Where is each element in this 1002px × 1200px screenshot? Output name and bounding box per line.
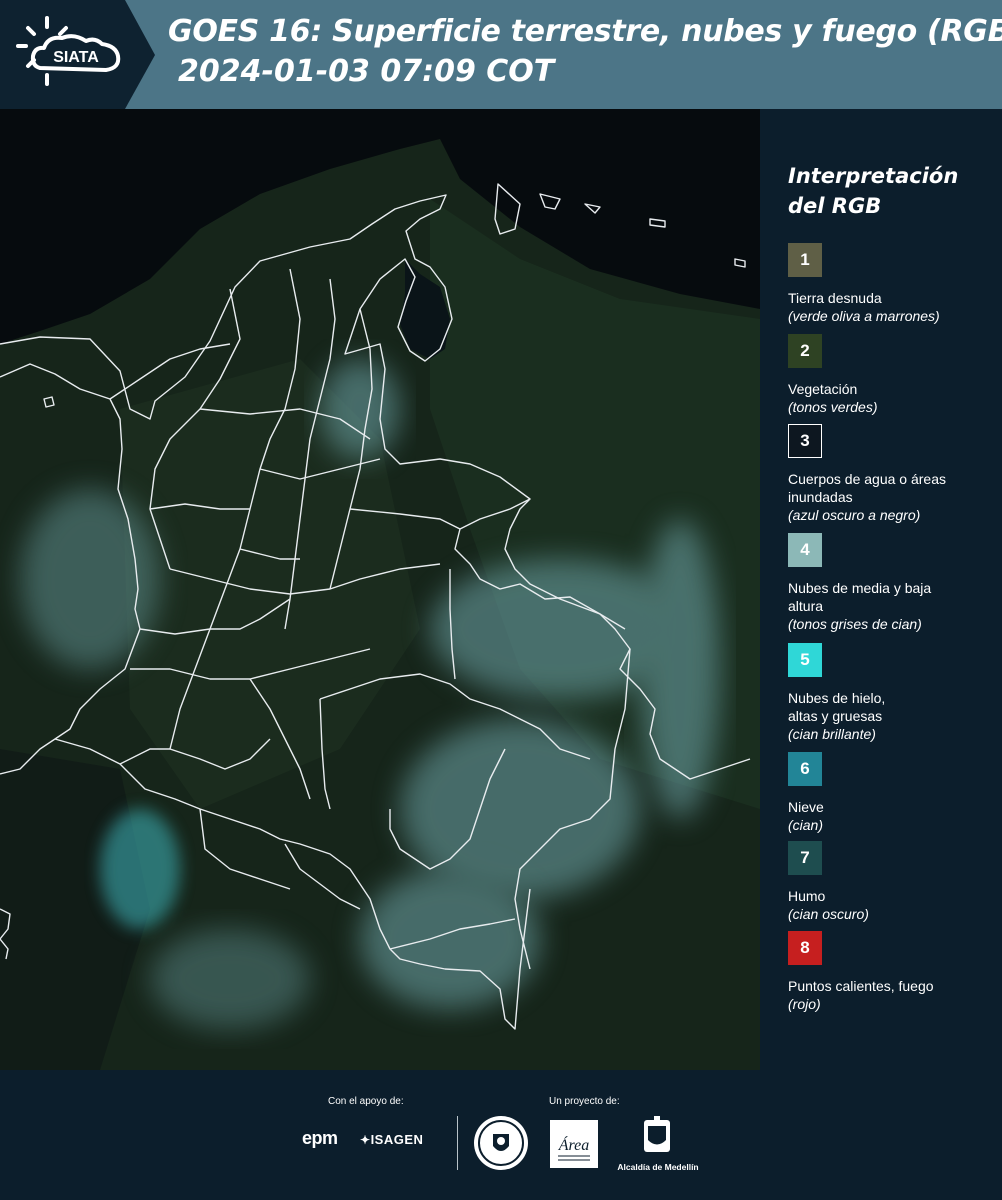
area-logo-text: Área (558, 1135, 590, 1154)
legend-item-mid-low-clouds: 4 Nubes de media y baja altura (tonos gr… (788, 533, 998, 634)
legend-item-label: Nieve (788, 799, 824, 815)
legend-item-vegetation: 2 Vegetación (tonos verdes) (788, 334, 998, 417)
legend-item-fire: 8 Puntos calientes, fuego (rojo) (788, 931, 998, 1014)
legend-swatch: 3 (788, 424, 822, 458)
legend-swatch: 2 (788, 334, 822, 368)
page-timestamp: 2024-01-03 07:09 COT (178, 54, 555, 89)
isagen-logo: ✦ISAGEN (360, 1132, 423, 1147)
legend-item-label: Vegetación (788, 381, 858, 397)
legend-swatch: 4 (788, 533, 822, 567)
legend-item-label: Nubes de hielo, altas y gruesas (788, 690, 886, 724)
legend-item-snow: 6 Nieve (cian) (788, 752, 998, 835)
siata-logo-text: SIATA (53, 49, 99, 66)
footer-divider (457, 1116, 458, 1170)
page-title: GOES 16: Superficie terrestre, nubes y f… (168, 14, 1002, 49)
legend-swatch: 7 (788, 841, 822, 875)
legend-swatch: 1 (788, 243, 822, 277)
legend-item-desc: (cian) (788, 817, 824, 833)
rgb-legend: Interpretación del RGB 1 Tierra desnuda … (760, 109, 1002, 1070)
legend-item-desc: (cian brillante) (788, 726, 876, 742)
legend-item-label: Humo (788, 888, 826, 904)
legend-item-desc: (cian oscuro) (788, 906, 869, 922)
area-metropolitana-logo: Área (550, 1120, 598, 1168)
isagen-icon: ✦ (360, 1133, 371, 1147)
legend-swatch: 6 (788, 752, 822, 786)
isagen-logo-text: ISAGEN (370, 1132, 424, 1147)
epm-logo: epm (302, 1128, 338, 1148)
project-label: Un proyecto de: (549, 1096, 620, 1107)
footer: Con el apoyo de: Un proyecto de: epm ✦IS… (0, 1070, 1002, 1200)
siata-logo: SIATA (0, 0, 160, 109)
legend-title: Interpretación del RGB (788, 164, 959, 218)
legend-item-desc: (tonos grises de cian) (788, 616, 922, 632)
legend-item-desc: (verde oliva a marrones) (788, 308, 940, 324)
legend-item-desc: (tonos verdes) (788, 399, 878, 415)
medellin-seal-icon (474, 1116, 528, 1170)
alcaldia-label: Alcaldía de Medellín (617, 1162, 699, 1172)
legend-item-desc: (azul oscuro a negro) (788, 507, 921, 523)
legend-swatch: 8 (788, 931, 822, 965)
legend-item-smoke: 7 Humo (cian oscuro) (788, 841, 998, 924)
legend-item-label: Nubes de media y baja altura (788, 580, 932, 614)
legend-item-water: 3 Cuerpos de agua o áreas inundadas (azu… (788, 424, 998, 525)
legend-item-label: Puntos calientes, fuego (788, 978, 934, 994)
alcaldia-medellin-logo: Alcaldía de Medellín (612, 1116, 704, 1172)
header-banner: SIATA GOES 16: Superficie terrestre, nub… (0, 0, 1002, 109)
legend-item-ice-clouds: 5 Nubes de hielo, altas y gruesas (cian … (788, 643, 998, 744)
support-label: Con el apoyo de: (328, 1096, 404, 1107)
satellite-map (0, 109, 760, 1070)
legend-swatch: 5 (788, 643, 822, 677)
legend-item-bare-soil: 1 Tierra desnuda (verde oliva a marrones… (788, 243, 998, 326)
legend-item-label: Tierra desnuda (788, 290, 882, 306)
legend-item-desc: (rojo) (788, 996, 821, 1012)
legend-item-label: Cuerpos de agua o áreas inundadas (788, 471, 946, 505)
